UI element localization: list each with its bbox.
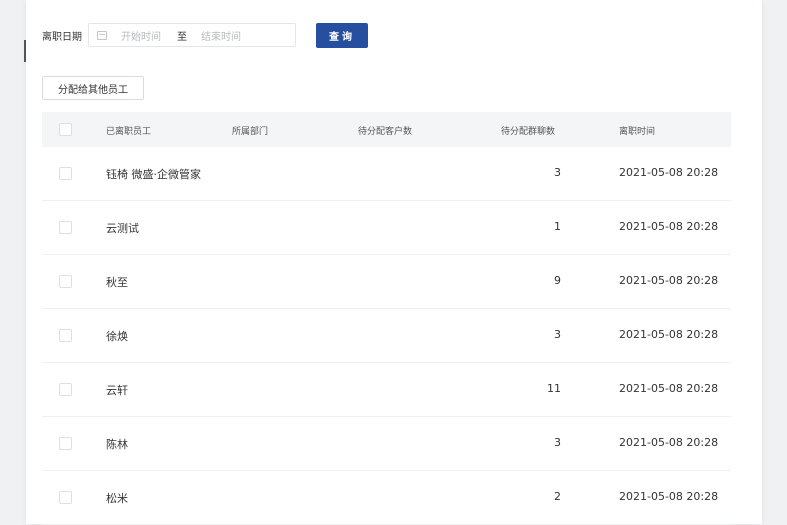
leave-time: 2021-05-08 20:28 bbox=[619, 382, 719, 395]
pending-groups: 1 bbox=[554, 220, 561, 233]
header-employee: 已离职员工 bbox=[106, 127, 152, 137]
table-row: 陈林 3 2021-05-08 20:28 bbox=[42, 417, 731, 471]
leave-time: 2021-05-08 20:28 bbox=[619, 328, 719, 341]
employee-name: 秋至 bbox=[106, 276, 128, 289]
query-button[interactable]: 查询 bbox=[316, 22, 368, 48]
table-row: 云轩 11 2021-05-08 20:28 bbox=[42, 363, 731, 417]
pending-groups: 11 bbox=[547, 382, 561, 395]
end-date-input[interactable]: 结束时间 bbox=[201, 28, 249, 43]
pending-groups: 3 bbox=[554, 436, 561, 449]
employee-name: 松米 bbox=[106, 492, 128, 505]
start-date-input[interactable]: 开始时间 bbox=[121, 28, 169, 43]
employee-name: 钰椅 微盛·企微管家 bbox=[106, 168, 201, 181]
row-checkbox[interactable] bbox=[59, 329, 72, 342]
employee-name: 陈林 bbox=[106, 438, 128, 451]
table-row: 钰椅 微盛·企微管家 3 2021-05-08 20:28 bbox=[42, 147, 731, 201]
employee-name: 云轩 bbox=[106, 384, 128, 397]
row-checkbox[interactable] bbox=[59, 275, 72, 288]
pending-groups: 2 bbox=[554, 490, 561, 503]
assign-to-other-employee-button[interactable]: 分配给其他员工 bbox=[42, 76, 144, 100]
leave-time: 2021-05-08 20:28 bbox=[619, 436, 719, 449]
leave-date-label: 离职日期 bbox=[42, 31, 82, 43]
table-row: 松米 2 2021-05-08 20:28 bbox=[42, 471, 731, 525]
departed-employee-table: 已离职员工 所属部门 待分配客户数 待分配群聊数 离职时间 钰椅 微盛·企微管家… bbox=[42, 112, 731, 525]
pending-groups: 9 bbox=[554, 274, 561, 287]
table-row: 秋至 9 2021-05-08 20:28 bbox=[42, 255, 731, 309]
row-checkbox[interactable] bbox=[59, 167, 72, 180]
pending-groups: 3 bbox=[554, 166, 561, 179]
table-header: 已离职员工 所属部门 待分配客户数 待分配群聊数 离职时间 bbox=[42, 112, 731, 147]
leave-time: 2021-05-08 20:28 bbox=[619, 166, 719, 179]
leave-time: 2021-05-08 20:28 bbox=[619, 274, 719, 287]
row-checkbox[interactable] bbox=[59, 491, 72, 504]
row-checkbox[interactable] bbox=[59, 221, 72, 234]
filter-bar: 离职日期 开始时间 至 结束时间 查询 bbox=[42, 22, 368, 48]
range-separator: 至 bbox=[177, 31, 187, 43]
header-pending-groups: 待分配群聊数 bbox=[501, 127, 556, 137]
row-checkbox[interactable] bbox=[59, 437, 72, 450]
left-edge-marker bbox=[24, 40, 26, 62]
table-row: 徐焕 3 2021-05-08 20:28 bbox=[42, 309, 731, 363]
select-all-checkbox[interactable] bbox=[59, 123, 72, 136]
row-checkbox[interactable] bbox=[59, 383, 72, 396]
calendar-icon bbox=[97, 30, 107, 40]
employee-name: 云测试 bbox=[106, 222, 139, 235]
header-pending-customers: 待分配客户数 bbox=[358, 127, 413, 137]
leave-time: 2021-05-08 20:28 bbox=[619, 490, 719, 503]
date-range-picker[interactable]: 开始时间 至 结束时间 bbox=[88, 23, 296, 47]
employee-name: 徐焕 bbox=[106, 330, 128, 343]
pending-groups: 3 bbox=[554, 328, 561, 341]
header-department: 所属部门 bbox=[232, 127, 269, 137]
header-leave-time: 离职时间 bbox=[619, 127, 656, 137]
leave-time: 2021-05-08 20:28 bbox=[619, 220, 719, 233]
table-row: 云测试 1 2021-05-08 20:28 bbox=[42, 201, 731, 255]
